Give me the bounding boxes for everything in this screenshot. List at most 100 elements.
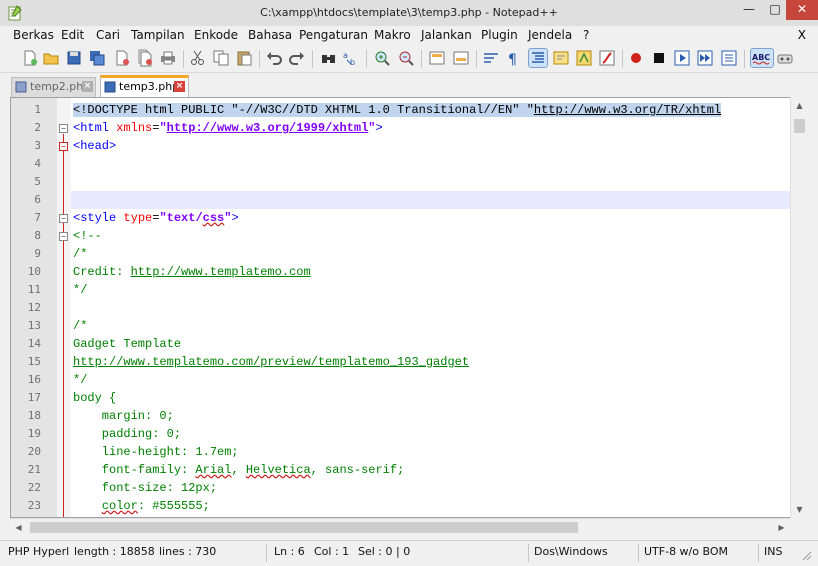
fold-toggle-icon[interactable]: − — [59, 124, 68, 133]
code-line: 7 − <style type="text/css"> — [11, 209, 806, 227]
print-icon[interactable] — [159, 49, 177, 67]
menu-edit[interactable]: Edit — [61, 28, 84, 42]
zoom-out-icon[interactable] — [397, 49, 415, 67]
code-editor[interactable]: 1 <!DOCTYPE html PUBLIC "-//W3C//DTD XHTM… — [10, 97, 807, 518]
scroll-corner — [790, 518, 807, 535]
menu-berkas[interactable]: Berkas — [13, 28, 54, 42]
spellcheck-icon[interactable]: ABC — [750, 48, 774, 68]
folder-workspace-icon[interactable] — [598, 49, 616, 67]
save-macro-icon[interactable] — [720, 49, 738, 67]
status-lines: lines : 730 — [159, 545, 217, 558]
fold-toggle-icon[interactable]: − — [59, 232, 68, 241]
menu-pengaturan[interactable]: Pengaturan — [299, 28, 368, 42]
sync-v-icon[interactable] — [428, 49, 446, 67]
cut-icon[interactable] — [189, 49, 207, 67]
code-text: line-height: 1.7em; — [73, 445, 239, 459]
vertical-scroll-thumb[interactable] — [794, 119, 805, 133]
scroll-up-icon[interactable]: ▲ — [791, 97, 808, 114]
scroll-right-icon[interactable]: ▶ — [773, 519, 790, 536]
function-list-icon[interactable] — [575, 49, 593, 67]
play-macro-icon[interactable] — [673, 49, 691, 67]
code-text: color: #555555; — [101, 499, 210, 513]
line-number: 9 — [34, 247, 41, 260]
save-all-icon[interactable] — [88, 49, 106, 67]
fold-toggle-icon[interactable]: − — [59, 214, 68, 223]
record-macro-icon[interactable] — [627, 49, 645, 67]
fold-toggle-icon[interactable]: − — [59, 142, 68, 151]
tab-bar: temp2.php × temp3.php × — [0, 73, 818, 97]
open-file-icon[interactable] — [42, 49, 60, 67]
zoom-in-icon[interactable] — [373, 49, 391, 67]
line-number: 5 — [34, 175, 41, 188]
show-all-chars-icon[interactable]: ¶ — [505, 49, 523, 67]
status-selection: Sel : 0 | 0 — [358, 545, 411, 558]
line-number: 6 — [34, 193, 41, 206]
code-text: Gadget Template — [73, 337, 182, 351]
menu-plugin[interactable]: Plugin — [481, 28, 518, 42]
copy-icon[interactable] — [212, 49, 230, 67]
stop-macro-icon[interactable] — [650, 49, 668, 67]
plugin-icon[interactable] — [776, 49, 794, 67]
paste-icon[interactable] — [235, 49, 253, 67]
vertical-scrollbar[interactable]: ▲ ▼ — [790, 97, 807, 518]
line-number: 2 — [34, 121, 41, 134]
code-text: <html xmlns="http://www.w3.org/1999/xhtm… — [73, 121, 383, 135]
find-icon[interactable] — [320, 49, 338, 67]
code-line: 4 — [11, 155, 806, 173]
undo-icon[interactable] — [265, 49, 283, 67]
code-text: /* — [73, 319, 88, 333]
save-icon[interactable] — [65, 49, 83, 67]
line-number: 1 — [34, 103, 41, 116]
toolbar: ab ¶ ABC — [0, 45, 818, 73]
close-icon[interactable] — [113, 49, 131, 67]
close-window-button[interactable]: ✕ — [786, 0, 818, 20]
menu-bahasa[interactable]: Bahasa — [248, 28, 292, 42]
word-wrap-icon[interactable] — [482, 49, 500, 67]
menu-makro[interactable]: Makro — [374, 28, 411, 42]
horizontal-scroll-thumb[interactable] — [30, 522, 578, 533]
menu-enkode[interactable]: Enkode — [194, 28, 238, 42]
code-text: <!-- — [73, 229, 102, 243]
status-eol: Dos\Windows — [534, 545, 608, 558]
maximize-button[interactable]: □ — [762, 0, 788, 20]
menu-cari[interactable]: Cari — [96, 28, 120, 42]
code-line: 23 color: #555555; — [11, 497, 806, 515]
tab-close-icon[interactable]: × — [82, 81, 93, 92]
run-macro-multiple-icon[interactable] — [696, 49, 714, 67]
menu-jalankan[interactable]: Jalankan — [421, 28, 472, 42]
horizontal-scrollbar[interactable]: ◀ ▶ — [10, 518, 790, 535]
menu-help[interactable]: ? — [583, 28, 589, 42]
redo-icon[interactable] — [288, 49, 306, 67]
line-number: 12 — [27, 301, 41, 314]
sync-h-icon[interactable] — [452, 49, 470, 67]
minimize-button[interactable]: — — [736, 0, 762, 20]
code-text: <style type="text/css"> — [73, 211, 239, 225]
new-file-icon[interactable] — [21, 49, 39, 67]
tab-temp2[interactable]: temp2.php × — [11, 77, 96, 97]
code-text: /* — [73, 247, 88, 261]
status-language: PHP Hyperl — [8, 545, 70, 558]
tab-close-icon[interactable]: × — [174, 81, 185, 92]
code-line: 13 /* — [11, 317, 806, 335]
window-title: C:\xampp\htdocs\template\3\temp3.php - N… — [260, 6, 558, 19]
scroll-left-icon[interactable]: ◀ — [10, 519, 27, 536]
close-document-button[interactable]: X — [798, 28, 806, 42]
line-number: 18 — [27, 409, 41, 422]
code-line: 5 — [11, 173, 806, 191]
line-number: 7 — [34, 211, 41, 224]
tab-temp3[interactable]: temp3.php × — [100, 75, 189, 97]
code-line: 8 − <!-- — [11, 227, 806, 245]
code-line: 21 font-family: Arial, Helvetica, sans-s… — [11, 461, 806, 479]
line-number: 11 — [27, 283, 41, 296]
svg-text:a: a — [343, 51, 348, 60]
close-all-icon[interactable] — [136, 49, 154, 67]
code-line: 12 — [11, 299, 806, 317]
line-number: 16 — [27, 373, 41, 386]
indent-guide-icon[interactable] — [528, 48, 548, 68]
menu-jendela[interactable]: Jendela — [528, 28, 572, 42]
replace-icon[interactable]: ab — [342, 49, 360, 67]
doc-map-icon[interactable] — [552, 49, 570, 67]
resize-grip-icon[interactable] — [800, 549, 812, 561]
menu-tampilan[interactable]: Tampilan — [131, 28, 185, 42]
scroll-down-icon[interactable]: ▼ — [791, 501, 808, 518]
